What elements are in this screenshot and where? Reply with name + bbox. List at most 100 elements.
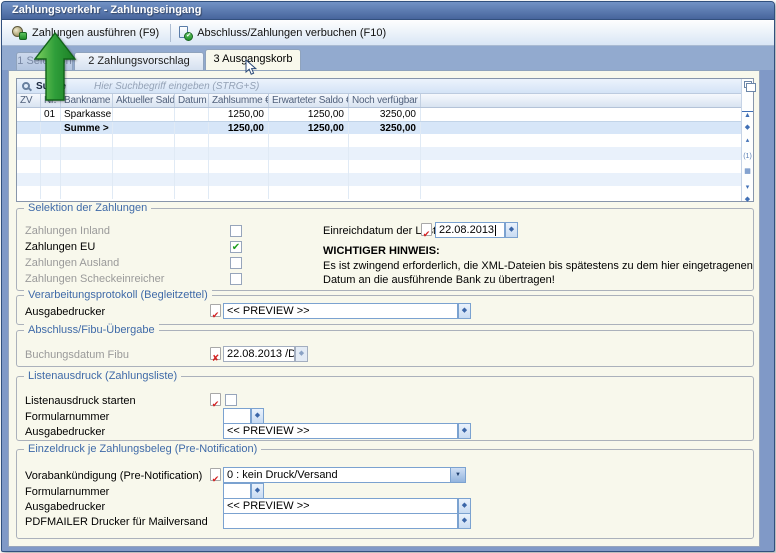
summary-row: Summe > 1250,00 1250,00 3250,00 bbox=[17, 121, 741, 134]
section-einzeldruck-title: Einzeldruck je Zahlungsbeleg (Pre-Notifi… bbox=[24, 443, 261, 456]
section-selektion: Selektion der Zahlungen Zahlungen Inland… bbox=[16, 208, 754, 291]
post-payments-icon: ✔ bbox=[179, 26, 192, 39]
vorabankuendigung-select[interactable]: 0 : kein Druck/Versand ▼ bbox=[223, 467, 466, 483]
checkbox-zahlungen-eu[interactable]: ✔ bbox=[230, 241, 242, 253]
checkbox-zahlungen-inland[interactable] bbox=[230, 225, 242, 237]
hinweis-line1: Es ist zwingend erforderlich, die XML-Da… bbox=[323, 260, 753, 273]
tab-zahlungsvorschlag[interactable]: 2 Zahlungsvorschlag bbox=[74, 52, 204, 70]
summary-zahlsumme: 1250,00 bbox=[209, 122, 269, 134]
buchungsdatum-label: Buchungsdatum Fibu bbox=[25, 349, 129, 362]
text-caret bbox=[495, 225, 496, 236]
column-header-datum[interactable]: Datum bbox=[175, 94, 209, 107]
listen-ausgabedrucker-spinner[interactable]: ◆ bbox=[458, 423, 471, 439]
verify-drucker-icon[interactable]: ✔ bbox=[210, 304, 221, 317]
column-header-aktueller-saldo[interactable]: Aktueller Saldo € bbox=[113, 94, 175, 107]
column-chooser-icon[interactable] bbox=[744, 81, 752, 88]
ausgabedrucker-spinner[interactable]: ◆ bbox=[458, 303, 471, 319]
search-placeholder: Hier Suchbegriff eingeben (STRG+S) bbox=[94, 81, 259, 92]
execute-payments-icon bbox=[12, 26, 27, 39]
pdfmailer-label: PDFMAILER Drucker für Mailversand bbox=[25, 516, 208, 529]
checkbox-zahlungen-scheckeinreicher[interactable] bbox=[230, 273, 242, 285]
app-window: Zahlungsverkehr - Zahlungseingang Zahlun… bbox=[1, 1, 775, 552]
formularnummer-spinner[interactable]: ◆ bbox=[251, 408, 264, 424]
section-abschluss-fibu-title: Abschluss/Fibu-Übergabe bbox=[24, 324, 159, 337]
nav-record-count: (1) bbox=[742, 153, 753, 161]
column-header-noch-verfuegbar[interactable]: Noch verfügbar € bbox=[349, 94, 421, 107]
grid-header-row: ZV Nr. Bankname Aktueller Saldo € Datum … bbox=[17, 94, 741, 108]
post-payments-button[interactable]: ✔ Abschluss/Zahlungen verbuchen (F10) bbox=[175, 24, 393, 41]
listen-ausgabedrucker-select[interactable]: << PREVIEW >> bbox=[223, 423, 458, 439]
ausgabedrucker-select[interactable]: << PREVIEW >> bbox=[223, 303, 458, 319]
toolbar: Zahlungen ausführen (F9) ✔ Abschluss/Zah… bbox=[2, 20, 775, 46]
section-selektion-title: Selektion der Zahlungen bbox=[24, 202, 151, 215]
grid-search-input[interactable]: Suche Hier Suchbegriff eingeben (STRG+S) bbox=[17, 79, 741, 94]
check-icon: ✔ bbox=[232, 242, 240, 253]
column-header-filler bbox=[421, 94, 741, 107]
empty-row bbox=[17, 147, 741, 160]
checkbox-zahlungen-ausland[interactable] bbox=[230, 257, 242, 269]
verify-einreichdatum-icon[interactable]: ✔ bbox=[421, 223, 432, 236]
hinweis-line2: Datum an die ausführende Bank zu übertra… bbox=[323, 274, 555, 287]
row-noch-verfuegbar-cell: 3250,00 bbox=[349, 108, 421, 121]
nav-prev-icon[interactable]: ▴ bbox=[742, 137, 753, 145]
listen-ausgabedrucker-label: Ausgabedrucker bbox=[25, 426, 105, 439]
checkbox-label-inland: Zahlungen Inland bbox=[25, 225, 110, 238]
einzel-formularnummer-label: Formularnummer bbox=[25, 486, 109, 499]
einzel-ausgabedrucker-select[interactable]: << PREVIEW >> bbox=[223, 498, 458, 514]
listenausdruck-starten-label: Listenausdruck starten bbox=[25, 395, 136, 408]
formularnummer-label: Formularnummer bbox=[25, 411, 109, 424]
einzel-formularnummer-spinner[interactable]: ◆ bbox=[251, 483, 264, 499]
formularnummer-input[interactable] bbox=[223, 408, 251, 424]
payments-grid: Suche Hier Suchbegriff eingeben (STRG+S)… bbox=[16, 78, 754, 202]
mouse-cursor bbox=[245, 59, 258, 76]
vorabankuendigung-label: Vorabankündigung (Pre-Notification) bbox=[25, 470, 202, 483]
tab-strip: 1 Selektion 2 Zahlungsvorschlag 3 Ausgan… bbox=[2, 46, 775, 70]
summary-noch-verfuegbar: 3250,00 bbox=[349, 122, 421, 134]
buchungsdatum-input[interactable]: 22.08.2013 /Do bbox=[223, 346, 295, 362]
ausgabedrucker-label: Ausgabedrucker bbox=[25, 306, 105, 319]
summary-label: Summe > bbox=[61, 122, 113, 134]
einzel-ausgabedrucker-spinner[interactable]: ◆ bbox=[458, 498, 471, 514]
section-verarbeitungsprotokoll: Verarbeitungsprotokoll (Begleitzettel) A… bbox=[16, 295, 754, 325]
summary-erwarteter-saldo: 1250,00 bbox=[269, 122, 349, 134]
execute-payments-button[interactable]: Zahlungen ausführen (F9) bbox=[8, 24, 166, 41]
nav-fast-up-icon[interactable]: ◆ bbox=[742, 124, 753, 132]
window-title: Zahlungsverkehr - Zahlungseingang bbox=[2, 2, 775, 19]
row-zv-cell bbox=[17, 108, 41, 121]
empty-row bbox=[17, 186, 741, 199]
grid-nav-strip: ▲ ◆ ▴ (1) ▦ ▾ ◆ bbox=[741, 79, 753, 201]
empty-row bbox=[17, 160, 741, 173]
row-zahlsumme-cell: 1250,00 bbox=[209, 108, 269, 121]
verify-listenausdruck-icon[interactable]: ✔ bbox=[210, 393, 221, 406]
green-up-arrow bbox=[34, 32, 77, 102]
checkbox-label-scheckeinreicher: Zahlungen Scheckeinreicher bbox=[25, 273, 164, 286]
title-bar[interactable]: Zahlungsverkehr - Zahlungseingang bbox=[2, 2, 775, 20]
row-datum-cell bbox=[175, 108, 209, 121]
pdfmailer-spinner[interactable]: ◆ bbox=[458, 513, 471, 529]
pdfmailer-select[interactable] bbox=[223, 513, 458, 529]
nav-fast-down-icon[interactable]: ◆ bbox=[742, 196, 753, 204]
row-bankname-cell: Sparkasse bbox=[61, 108, 113, 121]
section-listenausdruck-title: Listenausdruck (Zahlungsliste) bbox=[24, 370, 181, 383]
einreichdatum-input[interactable]: 22.08.2013 bbox=[435, 222, 505, 238]
nav-next-icon[interactable]: ▾ bbox=[742, 184, 753, 192]
chevron-down-icon[interactable]: ▼ bbox=[450, 468, 465, 482]
section-listenausdruck: Listenausdruck (Zahlungsliste) Listenaus… bbox=[16, 376, 754, 441]
table-row[interactable]: 01 Sparkasse 1250,00 1250,00 3250,00 bbox=[17, 108, 741, 121]
buchungsdatum-spinner[interactable]: ◆ bbox=[295, 346, 308, 362]
einzel-formularnummer-input[interactable] bbox=[223, 483, 251, 499]
verify-buchungsdatum-icon[interactable]: ✘ bbox=[210, 347, 221, 360]
verify-vorabankuendigung-icon[interactable]: ✔ bbox=[210, 468, 221, 481]
checkbox-label-ausland: Zahlungen Ausland bbox=[25, 257, 119, 270]
column-header-erwarteter-saldo[interactable]: Erwarteter Saldo € bbox=[269, 94, 349, 107]
checkbox-listenausdruck-starten[interactable] bbox=[225, 394, 237, 406]
column-header-zahlsumme[interactable]: Zahlsumme € bbox=[209, 94, 269, 107]
row-aktueller-saldo-cell bbox=[113, 108, 175, 121]
nav-grid-icon[interactable]: ▦ bbox=[742, 168, 753, 176]
section-einzeldruck: Einzeldruck je Zahlungsbeleg (Pre-Notifi… bbox=[16, 449, 754, 539]
check-badge-icon: ✔ bbox=[184, 32, 193, 41]
search-icon bbox=[22, 82, 30, 90]
einreichdatum-spinner[interactable]: ◆ bbox=[505, 222, 518, 238]
nav-first-icon[interactable]: ▲ bbox=[742, 111, 753, 120]
section-verarbeitungsprotokoll-title: Verarbeitungsprotokoll (Begleitzettel) bbox=[24, 289, 212, 302]
